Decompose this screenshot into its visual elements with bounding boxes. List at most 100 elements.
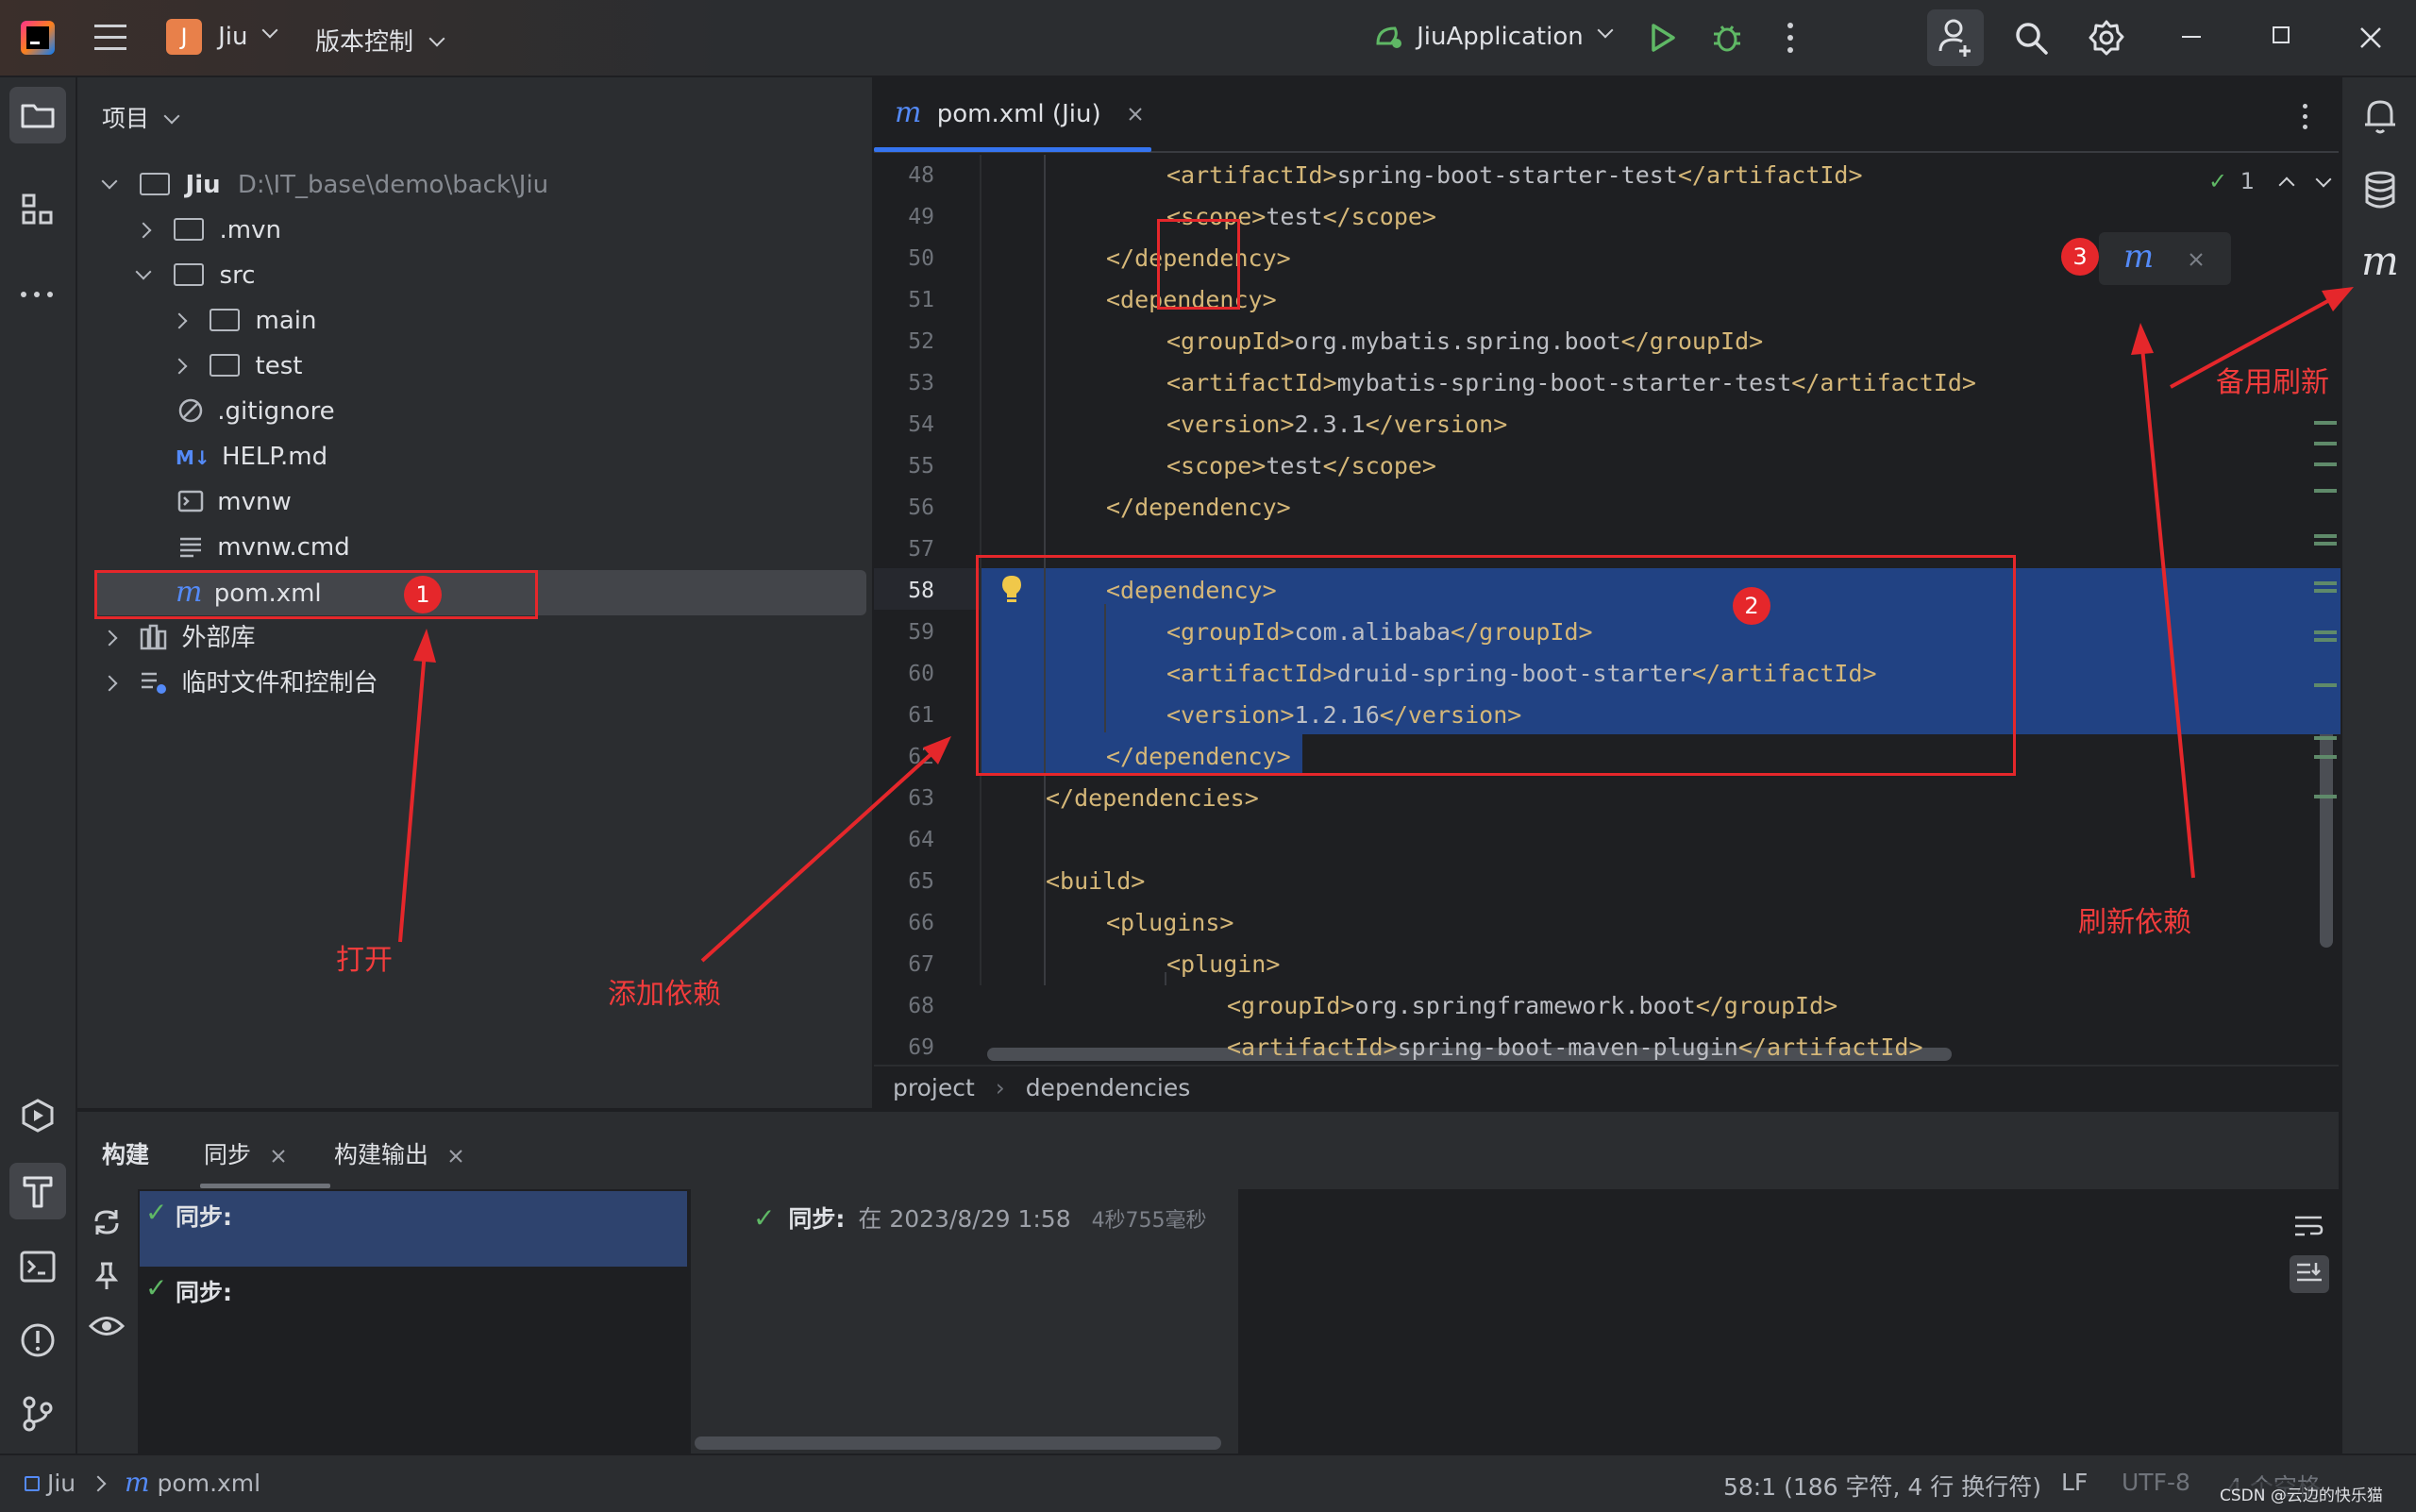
main-menu-icon[interactable] (94, 25, 126, 51)
line-number[interactable]: 62 (887, 736, 934, 778)
tree-node-main[interactable]: main (171, 298, 317, 344)
inspection-widget[interactable]: ✓ 1 (2208, 168, 2332, 194)
problems-icon[interactable] (19, 1321, 57, 1359)
line-number[interactable]: 69 (887, 1027, 934, 1068)
line-number[interactable]: 51 (887, 279, 934, 321)
code-line[interactable]: <groupId>org.mybatis.spring.boot</groupI… (1166, 321, 1763, 362)
line-number[interactable]: 67 (887, 944, 934, 985)
notifications-bell-icon[interactable] (2361, 94, 2399, 136)
scroll-to-end-button[interactable] (2290, 1255, 2329, 1293)
line-number[interactable]: 59 (887, 612, 934, 653)
code-line[interactable]: <plugins> (1106, 902, 1233, 944)
line-number[interactable]: 55 (887, 445, 934, 487)
tree-node-root[interactable]: Jiu D:\IT_base\demo\back\Jiu (101, 162, 548, 208)
settings-gear-icon[interactable] (2088, 19, 2125, 57)
line-number[interactable]: 68 (887, 985, 934, 1027)
line-separator[interactable]: LF (2061, 1469, 2088, 1496)
code-line[interactable]: <artifactId>mybatis-spring-boot-starter-… (1166, 362, 1976, 404)
close-popup-icon[interactable] (2190, 253, 2203, 266)
sync-icon[interactable] (91, 1206, 123, 1238)
line-number[interactable]: 48 (887, 155, 934, 196)
run-icon[interactable] (1648, 23, 1676, 53)
maven-tool-icon[interactable]: m (2361, 238, 2399, 284)
line-number[interactable]: 58 (887, 570, 934, 612)
structure-icon[interactable] (21, 193, 55, 227)
editor-more-icon[interactable] (2303, 104, 2307, 129)
run-config-selector[interactable]: JiuApplication (1374, 22, 1614, 51)
debug-icon[interactable] (1710, 21, 1744, 55)
code-line[interactable]: <scope>test</scope> (1166, 445, 1436, 487)
code-line[interactable]: <groupId>org.springframework.boot</group… (1227, 985, 1837, 1027)
eye-icon[interactable] (89, 1312, 125, 1340)
tree-node-external-libraries[interactable]: 外部库 (101, 615, 256, 661)
code-line[interactable]: <version>2.3.1</version> (1166, 404, 1507, 445)
database-icon[interactable] (2363, 170, 2397, 210)
line-number[interactable]: 54 (887, 404, 934, 445)
more-tools-icon[interactable] (21, 283, 55, 297)
close-tab-icon[interactable] (449, 1150, 462, 1163)
pin-icon[interactable] (92, 1261, 121, 1291)
code-line[interactable]: </dependency> (1106, 487, 1291, 529)
build-tree-item[interactable]: ✓ 同步: (140, 1270, 687, 1316)
line-number[interactable]: 65 (887, 861, 934, 902)
breadcrumb-item-project[interactable]: project (893, 1074, 975, 1101)
project-switcher[interactable]: J Jiu (166, 19, 278, 57)
line-number[interactable]: 57 (887, 529, 934, 570)
project-tool-button[interactable] (9, 87, 66, 143)
close-window-icon[interactable] (2359, 26, 2382, 49)
close-tab-icon[interactable] (1128, 107, 1143, 122)
close-tab-icon[interactable] (272, 1150, 285, 1163)
line-number[interactable]: 53 (887, 362, 934, 404)
vcs-menu[interactable]: 版本控制 (315, 23, 445, 58)
search-icon[interactable] (2014, 21, 2050, 57)
xml-text: mybatis-spring-boot-starter-test (1336, 369, 1792, 396)
tree-node-scratches[interactable]: 临时文件和控制台 (101, 661, 378, 706)
minimize-button[interactable] (2182, 36, 2201, 38)
tab-sync[interactable]: 同步 (204, 1136, 285, 1170)
code-line[interactable]: </dependencies> (1046, 778, 1259, 819)
more-actions-icon[interactable] (1787, 23, 1793, 53)
tree-node-mvnw-cmd[interactable]: mvnw.cmd (177, 525, 350, 570)
line-number[interactable]: 64 (887, 819, 934, 861)
load-maven-changes-button[interactable]: m (2123, 238, 2165, 279)
line-number[interactable]: 52 (887, 321, 934, 362)
tab-build-output[interactable]: 构建输出 (334, 1136, 462, 1170)
tree-node-src[interactable]: src (135, 253, 256, 298)
tree-node-gitignore[interactable]: .gitignore (177, 389, 335, 434)
line-number[interactable]: 63 (887, 778, 934, 819)
active-tab-indicator (874, 147, 1151, 152)
tree-node-mvnw[interactable]: mvnw (177, 479, 292, 525)
project-panel-title[interactable]: 项目 (102, 100, 180, 134)
change-marker (2314, 683, 2337, 687)
file-encoding[interactable]: UTF-8 (2122, 1469, 2190, 1496)
line-number[interactable]: 50 (887, 238, 934, 279)
code-line[interactable]: <artifactId>spring-boot-maven-plugin</ar… (1227, 1027, 1923, 1068)
git-icon[interactable] (21, 1395, 55, 1433)
services-icon[interactable] (19, 1097, 57, 1134)
code-line[interactable]: <build> (1046, 861, 1145, 902)
result-horizontal-scrollbar[interactable] (695, 1436, 1221, 1450)
soft-wrap-icon[interactable] (2293, 1214, 2324, 1240)
caret-position[interactable]: 58:1 (186 字符, 4 行 换行符) (1723, 1469, 2041, 1503)
editor-tab-pom[interactable]: m pom.xml (Jiu) (895, 96, 1143, 129)
line-number[interactable]: 66 (887, 902, 934, 944)
status-breadcrumb[interactable]: Jiu m pom.xml (25, 1467, 260, 1498)
tree-node-help[interactable]: M↓ HELP.md (176, 434, 327, 479)
line-number[interactable]: 56 (887, 487, 934, 529)
line-number[interactable]: 49 (887, 196, 934, 238)
line-number[interactable]: 60 (887, 653, 934, 695)
terminal-icon[interactable] (19, 1250, 57, 1284)
restore-button[interactable] (2273, 26, 2290, 43)
app-logo-icon[interactable] (21, 21, 55, 55)
breadcrumb-item-dependencies[interactable]: dependencies (1026, 1074, 1191, 1101)
add-user-button[interactable] (1927, 9, 1984, 66)
tree-node-test[interactable]: test (171, 344, 302, 389)
line-number[interactable]: 61 (887, 695, 934, 736)
code-line[interactable]: <plugin> (1166, 944, 1280, 985)
code-line[interactable]: <artifactId>spring-boot-starter-test</ar… (1166, 155, 1863, 196)
tree-node-mvn[interactable]: .mvn (135, 208, 281, 253)
build-tool-button[interactable] (9, 1163, 66, 1219)
build-result-line[interactable]: ✓ 同步: 在 2023/8/29 1:58 4秒755毫秒 (753, 1201, 1207, 1235)
build-tree-item-selected[interactable]: ✓ 同步: (140, 1191, 687, 1267)
folder-icon (21, 104, 55, 128)
